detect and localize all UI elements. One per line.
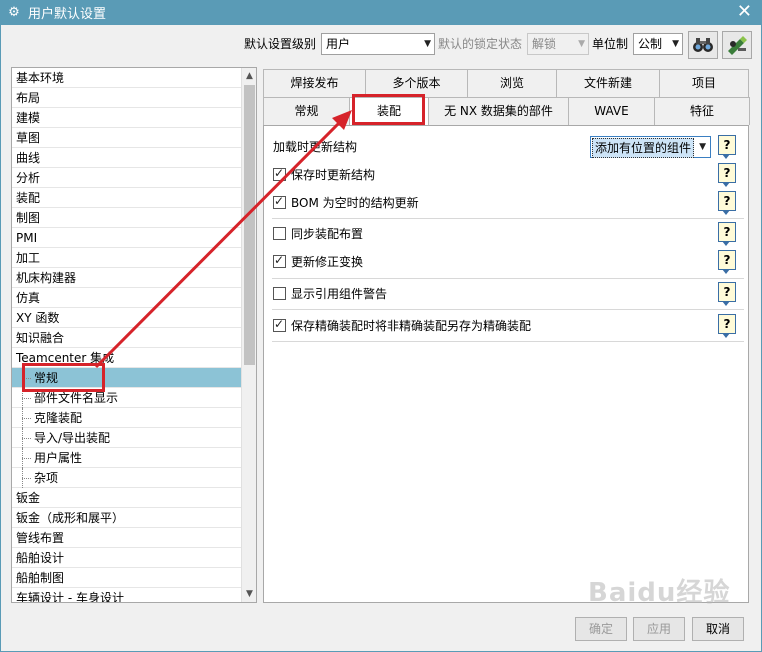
- annotation-arrow: [94, 110, 352, 369]
- annotation-arrow-line: [94, 119, 343, 369]
